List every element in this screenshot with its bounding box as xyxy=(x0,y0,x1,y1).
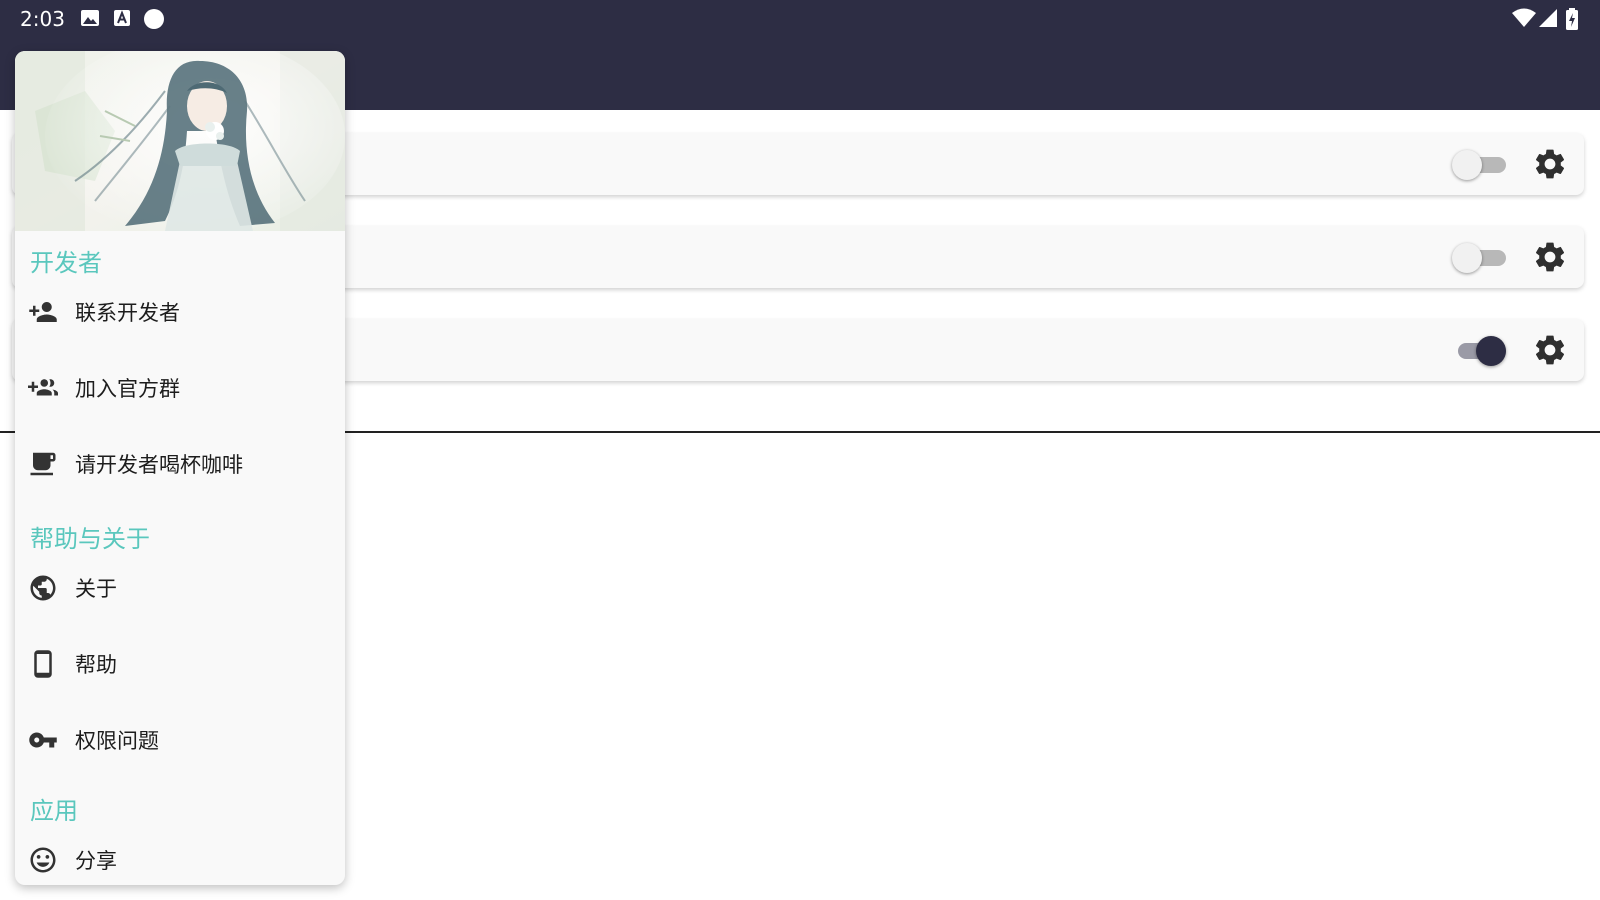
menu-item-share[interactable]: 分享 xyxy=(15,825,345,885)
menu-item-buy-coffee[interactable]: 请开发者喝杯咖啡 xyxy=(15,429,345,499)
menu-item-permissions[interactable]: 权限问题 xyxy=(15,705,345,775)
menu-item-contact-developer[interactable]: 联系开发者 xyxy=(15,277,345,347)
signal-icon xyxy=(1539,9,1557,27)
wifi-icon xyxy=(1512,8,1536,27)
status-bar: 2:03 xyxy=(0,0,1600,36)
menu-item-label: 加入官方群 xyxy=(75,377,180,401)
font-a-icon xyxy=(114,10,130,26)
feature-toggle-2[interactable] xyxy=(1452,240,1506,274)
menu-item-label: 权限问题 xyxy=(75,729,159,753)
screen: 2:03 开发者 联系开发者 加入官方群 请开发者喝杯咖啡 帮助与关于 关于 帮… xyxy=(0,0,1600,900)
menu-item-join-group[interactable]: 加入官方群 xyxy=(15,353,345,423)
drawer-header xyxy=(15,51,345,231)
menu-item-label: 联系开发者 xyxy=(75,301,180,325)
image-icon xyxy=(81,10,99,26)
toggle-thumb xyxy=(1452,150,1482,180)
gear-icon[interactable] xyxy=(1532,332,1568,368)
menu-item-label: 请开发者喝杯咖啡 xyxy=(75,453,243,477)
menu-item-label: 分享 xyxy=(75,849,117,873)
gear-icon[interactable] xyxy=(1532,239,1568,275)
section-title-app: 应用 xyxy=(30,797,78,825)
person-add-icon xyxy=(29,302,57,322)
anime-girl-header-image xyxy=(15,51,345,231)
menu-item-help[interactable]: 帮助 xyxy=(15,629,345,699)
toggle-thumb xyxy=(1452,243,1482,273)
coffee-icon xyxy=(30,452,56,476)
status-time: 2:03 xyxy=(20,7,65,31)
section-title-developer: 开发者 xyxy=(30,249,102,277)
key-icon xyxy=(29,732,57,748)
feature-toggle-3[interactable] xyxy=(1452,333,1506,367)
gear-icon[interactable] xyxy=(1532,146,1568,182)
menu-item-about[interactable]: 关于 xyxy=(15,553,345,623)
menu-item-label: 帮助 xyxy=(75,653,117,677)
navigation-drawer: 开发者 联系开发者 加入官方群 请开发者喝杯咖啡 帮助与关于 关于 帮助 权限问… xyxy=(15,51,345,885)
section-title-help-about: 帮助与关于 xyxy=(30,525,150,553)
globe-icon xyxy=(30,575,56,601)
toggle-thumb xyxy=(1476,336,1506,366)
feature-toggle-1[interactable] xyxy=(1452,147,1506,181)
smiley-icon xyxy=(30,847,56,873)
phone-icon xyxy=(34,650,52,678)
battery-charging-icon xyxy=(1566,8,1578,30)
menu-item-label: 关于 xyxy=(75,577,117,601)
group-add-icon xyxy=(28,379,58,396)
circle-icon xyxy=(144,9,164,29)
